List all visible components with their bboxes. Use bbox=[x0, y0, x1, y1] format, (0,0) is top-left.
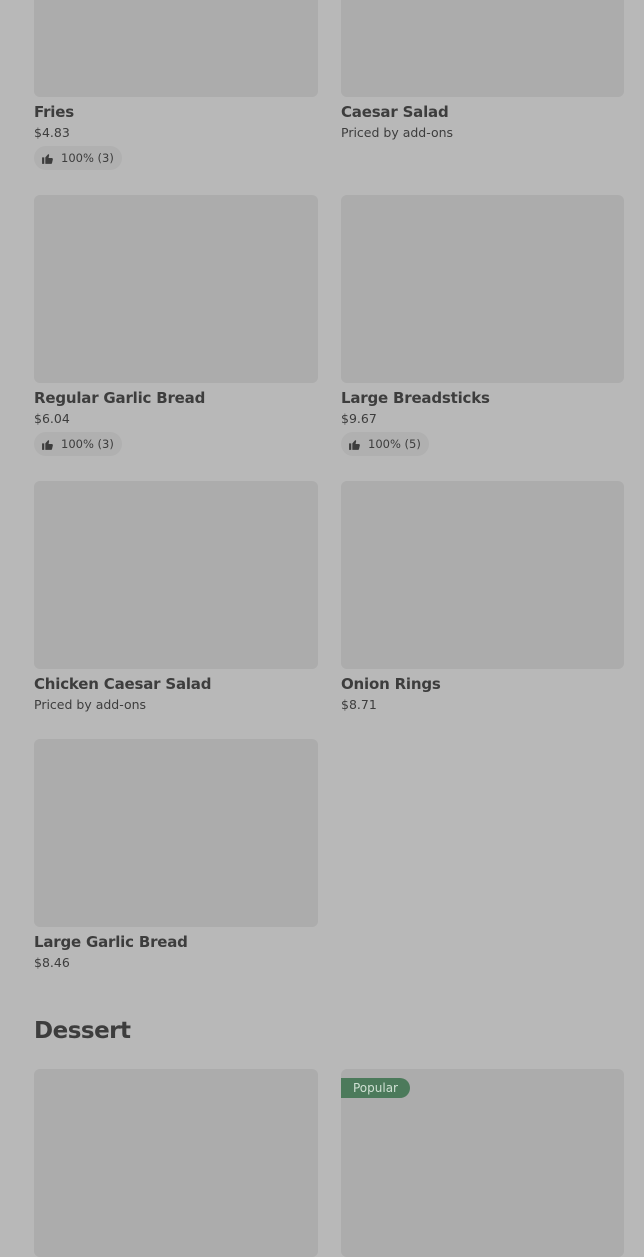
rating-value: 100% (5) bbox=[368, 437, 421, 451]
rating-value: 100% (3) bbox=[61, 151, 114, 165]
menu-item-card[interactable]: Caesar Salad Priced by add-ons bbox=[341, 0, 624, 142]
thumbs-up-icon bbox=[42, 439, 53, 450]
item-price: $8.46 bbox=[34, 955, 70, 970]
item-name: Onion Rings bbox=[341, 675, 441, 693]
item-name: Large Garlic Bread bbox=[34, 933, 188, 951]
popular-badge: Popular bbox=[341, 1078, 410, 1098]
item-image bbox=[341, 195, 624, 383]
item-price: Priced by add-ons bbox=[34, 697, 147, 712]
section-title-dessert: Dessert bbox=[34, 1018, 131, 1044]
item-name: Caesar Salad bbox=[341, 103, 449, 121]
thumbs-up-icon bbox=[349, 439, 360, 450]
item-name: Regular Garlic Bread bbox=[34, 389, 206, 407]
item-price: Priced by add-ons bbox=[341, 125, 454, 140]
menu-item-card[interactable]: Onion Rings $8.71 bbox=[341, 481, 624, 714]
rating-badge: 100% (3) bbox=[34, 146, 122, 170]
menu-item-card[interactable]: Chicken Caesar Salad Priced by add-ons bbox=[34, 481, 318, 714]
item-name: Large Breadsticks bbox=[341, 389, 490, 407]
item-image bbox=[34, 1069, 318, 1257]
menu-item-card[interactable]: Popular bbox=[341, 1069, 624, 1257]
menu-item-card[interactable] bbox=[34, 1069, 318, 1257]
item-price: $8.71 bbox=[341, 697, 377, 712]
item-price: $9.67 bbox=[341, 411, 377, 426]
rating-badge: 100% (3) bbox=[34, 432, 122, 456]
item-name: Chicken Caesar Salad bbox=[34, 675, 212, 693]
menu-item-card[interactable]: Large Breadsticks $9.67 100% (5) bbox=[341, 195, 624, 456]
rating-badge: 100% (5) bbox=[341, 432, 429, 456]
rating-value: 100% (3) bbox=[61, 437, 114, 451]
item-image bbox=[341, 0, 624, 97]
item-image bbox=[34, 195, 318, 383]
menu-item-card[interactable]: Large Garlic Bread $8.46 bbox=[34, 739, 318, 972]
item-image bbox=[341, 481, 624, 669]
item-image: Popular bbox=[341, 1069, 624, 1257]
menu-item-card[interactable]: Fries $4.83 100% (3) bbox=[34, 0, 318, 170]
menu-item-card[interactable]: Regular Garlic Bread $6.04 100% (3) bbox=[34, 195, 318, 456]
item-image bbox=[34, 481, 318, 669]
item-image bbox=[34, 739, 318, 927]
item-price: $4.83 bbox=[34, 125, 70, 140]
item-name: Fries bbox=[34, 103, 74, 121]
item-image bbox=[34, 0, 318, 97]
item-price: $6.04 bbox=[34, 411, 70, 426]
thumbs-up-icon bbox=[42, 153, 53, 164]
